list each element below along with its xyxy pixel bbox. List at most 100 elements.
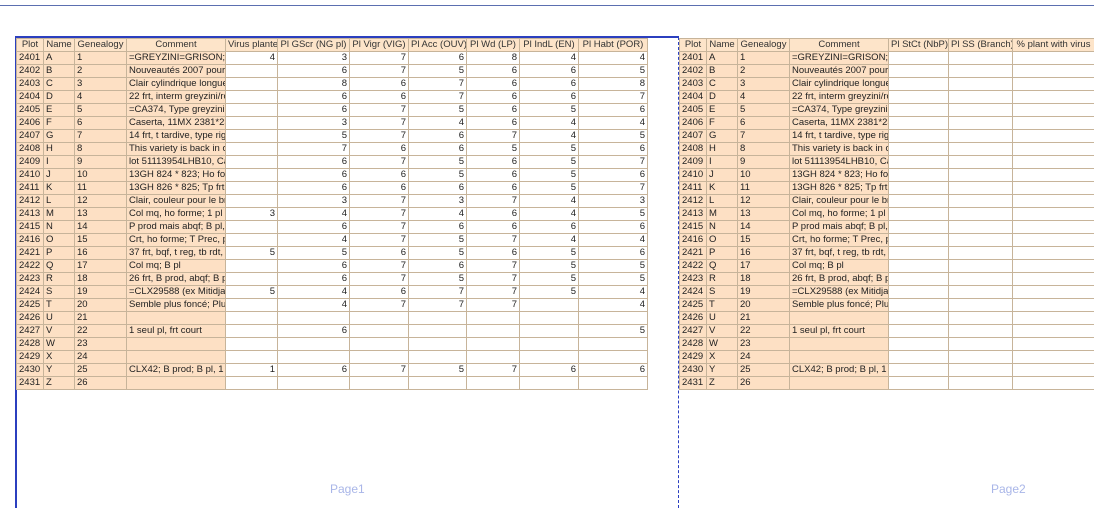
table-cell[interactable] (1012, 298, 1094, 312)
table-cell[interactable]: 7 (349, 233, 409, 247)
table-cell[interactable]: 7 (408, 285, 467, 299)
table-cell[interactable] (948, 259, 1013, 273)
table-cell[interactable] (408, 350, 467, 364)
table-cell[interactable]: R (706, 272, 738, 286)
table-cell[interactable]: 7 (349, 51, 409, 65)
table-cell[interactable]: A (706, 51, 738, 65)
table-cell[interactable] (948, 155, 1013, 169)
table-cell[interactable] (519, 337, 579, 351)
table-cell[interactable]: 37 frt, bqf, t reg, tb rdt, (789, 246, 889, 260)
table-cell[interactable]: 2416 (679, 233, 707, 247)
table-cell[interactable]: O (706, 233, 738, 247)
table-cell[interactable]: 6 (408, 220, 467, 234)
table-cell[interactable]: =CA374, Type greyzini (789, 103, 889, 117)
table-cell[interactable]: 2423 (679, 272, 707, 286)
table-cell[interactable]: 2402 (679, 64, 707, 78)
table-cell[interactable] (888, 155, 949, 169)
table-cell[interactable] (888, 181, 949, 195)
table-cell[interactable] (225, 155, 278, 169)
table-cell[interactable]: 7 (466, 259, 520, 273)
table-cell[interactable]: 7 (466, 194, 520, 208)
table-cell[interactable]: 6 (519, 363, 579, 377)
table-cell[interactable] (349, 376, 409, 390)
table-cell[interactable]: P prod mais abqf; B pl, r (126, 220, 226, 234)
table-cell[interactable]: 6 (519, 77, 579, 91)
table-cell[interactable]: 7 (349, 155, 409, 169)
table-cell[interactable]: 19 (74, 285, 127, 299)
table-cell[interactable]: 2402 (16, 64, 44, 78)
table-cell[interactable] (277, 350, 350, 364)
table-cell[interactable]: 2 (737, 64, 790, 78)
table-cell[interactable]: C (706, 77, 738, 91)
table-cell[interactable]: Col mq; B pl (126, 259, 226, 273)
table-cell[interactable]: 20 (74, 298, 127, 312)
table-cell[interactable]: 5 (519, 272, 579, 286)
table-cell[interactable]: 2421 (16, 246, 44, 260)
table-cell[interactable]: This variety is back in ou (126, 142, 226, 156)
table-cell[interactable] (888, 363, 949, 377)
column-header[interactable]: Plot (16, 38, 44, 52)
table-cell[interactable]: 5 (519, 259, 579, 273)
table-cell[interactable]: G (43, 129, 75, 143)
table-cell[interactable] (225, 272, 278, 286)
table-cell[interactable] (948, 363, 1013, 377)
table-cell[interactable]: 6 (578, 363, 648, 377)
table-cell[interactable]: X (706, 350, 738, 364)
table-cell[interactable]: 2410 (16, 168, 44, 182)
table-cell[interactable] (948, 181, 1013, 195)
table-cell[interactable]: D (43, 90, 75, 104)
table-cell[interactable]: 25 (74, 363, 127, 377)
table-cell[interactable] (578, 376, 648, 390)
table-cell[interactable] (1012, 233, 1094, 247)
table-cell[interactable]: 7 (349, 103, 409, 117)
table-cell[interactable]: S (43, 285, 75, 299)
table-cell[interactable] (948, 272, 1013, 286)
table-cell[interactable]: 6 (349, 181, 409, 195)
table-cell[interactable] (888, 207, 949, 221)
column-header[interactable]: Pl GScr (NG pl) (277, 38, 350, 52)
column-header[interactable]: Name (706, 38, 738, 52)
table-cell[interactable]: =CLX29588 (ex Mitidja) (789, 285, 889, 299)
table-cell[interactable]: 4 (578, 51, 648, 65)
table-cell[interactable]: 20 (737, 298, 790, 312)
table-cell[interactable]: Col mq; B pl (789, 259, 889, 273)
table-cell[interactable]: T (706, 298, 738, 312)
table-cell[interactable]: 5 (737, 103, 790, 117)
table-cell[interactable]: 2429 (679, 350, 707, 364)
table-cell[interactable] (408, 311, 467, 325)
table-cell[interactable]: 9 (74, 155, 127, 169)
table-cell[interactable]: U (43, 311, 75, 325)
table-cell[interactable]: 3 (408, 194, 467, 208)
table-cell[interactable] (1012, 116, 1094, 130)
table-cell[interactable]: S (706, 285, 738, 299)
table-cell[interactable]: 2405 (679, 103, 707, 117)
table-cell[interactable] (1012, 90, 1094, 104)
table-cell[interactable]: 5 (74, 103, 127, 117)
table-cell[interactable]: 4 (74, 90, 127, 104)
table-cell[interactable]: 5 (578, 259, 648, 273)
table-cell[interactable]: W (43, 337, 75, 351)
table-cell[interactable]: 6 (349, 285, 409, 299)
table-cell[interactable]: 2406 (679, 116, 707, 130)
table-cell[interactable]: Y (43, 363, 75, 377)
table-cell[interactable]: 17 (74, 259, 127, 273)
table-cell[interactable]: 24 (737, 350, 790, 364)
table-cell[interactable] (888, 285, 949, 299)
table-cell[interactable] (948, 90, 1013, 104)
table-cell[interactable]: 5 (277, 246, 350, 260)
table-cell[interactable]: 21 (737, 311, 790, 325)
table-cell[interactable]: 2415 (679, 220, 707, 234)
table-cell[interactable]: Clair, couleur pour le bro (126, 194, 226, 208)
table-cell[interactable]: 2408 (679, 142, 707, 156)
table-cell[interactable]: B (706, 64, 738, 78)
table-cell[interactable]: 9 (737, 155, 790, 169)
table-cell[interactable]: 7 (578, 181, 648, 195)
table-cell[interactable]: 2407 (16, 129, 44, 143)
table-cell[interactable]: 6 (466, 220, 520, 234)
table-cell[interactable]: 7 (349, 298, 409, 312)
table-cell[interactable] (948, 337, 1013, 351)
table-cell[interactable]: 7 (349, 272, 409, 286)
table-cell[interactable]: 2415 (16, 220, 44, 234)
table-cell[interactable]: 7 (349, 220, 409, 234)
table-cell[interactable] (225, 194, 278, 208)
